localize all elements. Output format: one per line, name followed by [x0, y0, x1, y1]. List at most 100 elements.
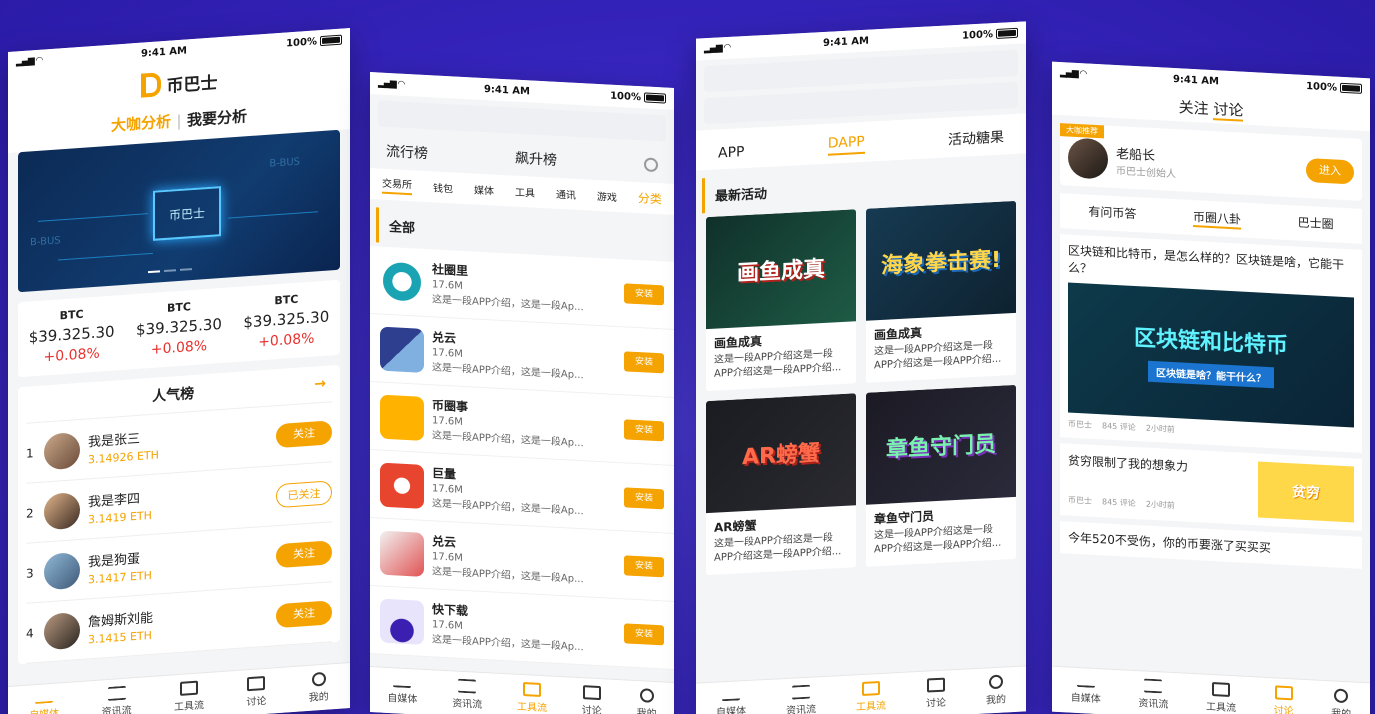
activity-card[interactable]: 章鱼守门员 章鱼守门员 这是一段APP介绍这是一段APP介绍这是一段APP介绍.… — [866, 384, 1016, 567]
post-item[interactable]: 贫穷限制了我的想象力 币巴士 845 评论 2小时前 贫穷 — [1060, 442, 1362, 531]
post-item[interactable]: 区块链和比特币，是怎么样的？区块链是啥，它能干么？ 区块链和比特币 区块链是啥？… — [1060, 234, 1362, 453]
post-banner: 区块链和比特币 区块链是啥？能干什么？ — [1068, 282, 1354, 428]
activity-card[interactable]: 画鱼成真 画鱼成真 这是一段APP介绍这是一段APP介绍这是一段APP介绍... — [706, 209, 856, 392]
category-media[interactable]: 媒体 — [474, 181, 494, 197]
arrow-right-icon[interactable]: → — [314, 376, 326, 393]
install-button[interactable]: 安装 — [624, 282, 664, 305]
tab-discuss[interactable]: 讨论 — [1213, 100, 1244, 122]
list-icon — [107, 685, 126, 701]
tools-icon — [179, 680, 198, 696]
install-button[interactable]: 安装 — [624, 350, 664, 373]
follow-button[interactable]: 关注 — [276, 419, 332, 448]
tab-expert-analysis[interactable]: 大咖分析 — [111, 113, 171, 135]
tab-profile[interactable]: 我的 — [986, 674, 1006, 706]
category-comms[interactable]: 通讯 — [556, 186, 576, 202]
tab-profile[interactable]: 我的 — [1331, 688, 1351, 714]
activity-card[interactable]: 海象拳击赛! 画鱼成真 这是一段APP介绍这是一段APP介绍这是一段APP介绍.… — [866, 200, 1016, 383]
tab-tools[interactable]: 工具流 — [856, 681, 886, 713]
pulse-icon — [393, 677, 412, 689]
price-item[interactable]: BTC $39.325.30 +0.08% — [136, 298, 222, 359]
category-games[interactable]: 游戏 — [597, 188, 617, 204]
tab-label: 自媒体 — [29, 704, 59, 714]
category-tools[interactable]: 工具 — [515, 184, 535, 200]
tab-profile[interactable]: 我的 — [637, 688, 657, 714]
tab-tools[interactable]: 工具流 — [517, 682, 547, 714]
tab-media[interactable]: 自媒体 — [1071, 676, 1101, 705]
install-button[interactable]: 安装 — [624, 622, 664, 645]
follow-button[interactable]: 关注 — [276, 539, 332, 568]
activity-desc: 这是一段APP介绍这是一段APP介绍这是一段APP介绍... — [874, 524, 1002, 555]
tab-qa[interactable]: 有问币答 — [1088, 203, 1136, 225]
tab-news[interactable]: 资讯流 — [102, 685, 132, 714]
app-icon — [380, 530, 424, 577]
tab-dapp[interactable]: DAPP — [827, 133, 865, 156]
signal-icon: ▂▄▆ ◠ — [704, 42, 730, 55]
tab-gossip[interactable]: 币圈八卦 — [1192, 208, 1241, 230]
list-icon — [1144, 678, 1163, 694]
phone-dapp: ▂▄▆ ◠ 9:41 AM 100% APP DAPP 活动糖果 最新活动 画鱼… — [696, 21, 1026, 714]
hero-banner[interactable]: B-BUS B-BUS 币巴士 — [18, 129, 340, 293]
tab-news[interactable]: 资讯流 — [452, 678, 482, 711]
status-time: 9:41 AM — [483, 83, 530, 97]
tab-news[interactable]: 资讯流 — [786, 684, 816, 714]
search-icon[interactable] — [644, 157, 658, 173]
follow-button[interactable]: 关注 — [276, 599, 332, 628]
activity-card[interactable]: AR螃蟹 AR螃蟹 这是一段APP介绍这是一段APP介绍这是一段APP介绍... — [706, 393, 856, 576]
tab-rising[interactable]: 飙升榜 — [515, 148, 557, 170]
tab-media[interactable]: 自媒体 — [29, 692, 59, 714]
tab-discuss[interactable]: 讨论 — [582, 685, 602, 714]
signal-icon: ▂▄▆ ◠ — [1060, 68, 1086, 80]
tab-label: 工具流 — [516, 701, 547, 714]
tab-label: 自媒体 — [716, 706, 746, 714]
price-value: $39.325.30 — [136, 314, 222, 340]
chip-logo: 币巴士 — [153, 186, 221, 241]
tab-profile[interactable]: 我的 — [308, 671, 329, 704]
price-value: $39.325.30 — [243, 307, 330, 332]
post-time: 2小时前 — [1145, 423, 1175, 434]
tab-candy[interactable]: 活动糖果 — [948, 127, 1004, 150]
tab-label: 我的 — [308, 691, 329, 704]
rank-number: 3 — [26, 565, 34, 581]
enter-button[interactable]: 进入 — [1306, 157, 1354, 185]
signal-icon: ▂▄▆ ◠ — [378, 78, 404, 90]
tab-label: 我的 — [1331, 704, 1351, 714]
tab-popular[interactable]: 流行榜 — [386, 141, 428, 163]
banner-tag: B-BUS — [269, 156, 300, 170]
tab-label: 我的 — [637, 704, 657, 714]
following-button[interactable]: 已关注 — [276, 479, 332, 508]
post-thumbnail: 贫穷 — [1258, 461, 1354, 523]
tab-tools[interactable]: 工具流 — [1206, 682, 1236, 714]
tab-news[interactable]: 资讯流 — [1138, 678, 1168, 711]
tab-bus-circle[interactable]: 巴士圈 — [1298, 214, 1334, 235]
carousel-dots[interactable] — [148, 268, 192, 274]
avatar — [44, 611, 80, 650]
tab-tools[interactable]: 工具流 — [174, 680, 204, 713]
tab-my-analysis[interactable]: 我要分析 — [187, 107, 247, 129]
tab-media[interactable]: 自媒体 — [387, 677, 417, 706]
tab-label: 我的 — [986, 694, 1006, 707]
list-icon — [792, 684, 810, 700]
activity-image: 章鱼守门员 — [866, 384, 1016, 505]
classify-link[interactable]: 分类 — [638, 189, 662, 207]
price-change: +0.08% — [258, 330, 315, 351]
tab-media[interactable]: 自媒体 — [716, 690, 746, 714]
tab-discuss[interactable]: 讨论 — [926, 677, 946, 710]
activity-image: 海象拳击赛! — [866, 200, 1016, 321]
app-list-item[interactable]: 快下载 17.6M 这是一段APP介绍，这是一段Ap... 安装 — [370, 586, 674, 670]
user-icon — [311, 671, 326, 687]
price-item[interactable]: BTC $39.325.30 +0.08% — [29, 306, 115, 367]
pulse-icon — [722, 690, 740, 702]
install-button[interactable]: 安装 — [624, 486, 664, 509]
category-wallet[interactable]: 钱包 — [433, 179, 453, 195]
tab-app[interactable]: APP — [718, 144, 744, 161]
tab-discuss[interactable]: 讨论 — [1274, 685, 1294, 714]
recommended-author[interactable]: 大咖推荐 老船长 币巴士创始人 进入 — [1060, 123, 1362, 201]
tab-label: 资讯流 — [1138, 698, 1169, 711]
category-exchange[interactable]: 交易所 — [382, 174, 412, 196]
install-button[interactable]: 安装 — [624, 418, 664, 441]
tab-follow[interactable]: 关注 — [1179, 98, 1209, 118]
tools-icon — [1211, 682, 1230, 697]
install-button[interactable]: 安装 — [624, 554, 664, 577]
price-item[interactable]: BTC $39.325.30 +0.08% — [243, 290, 329, 351]
tab-discuss[interactable]: 讨论 — [246, 675, 266, 708]
